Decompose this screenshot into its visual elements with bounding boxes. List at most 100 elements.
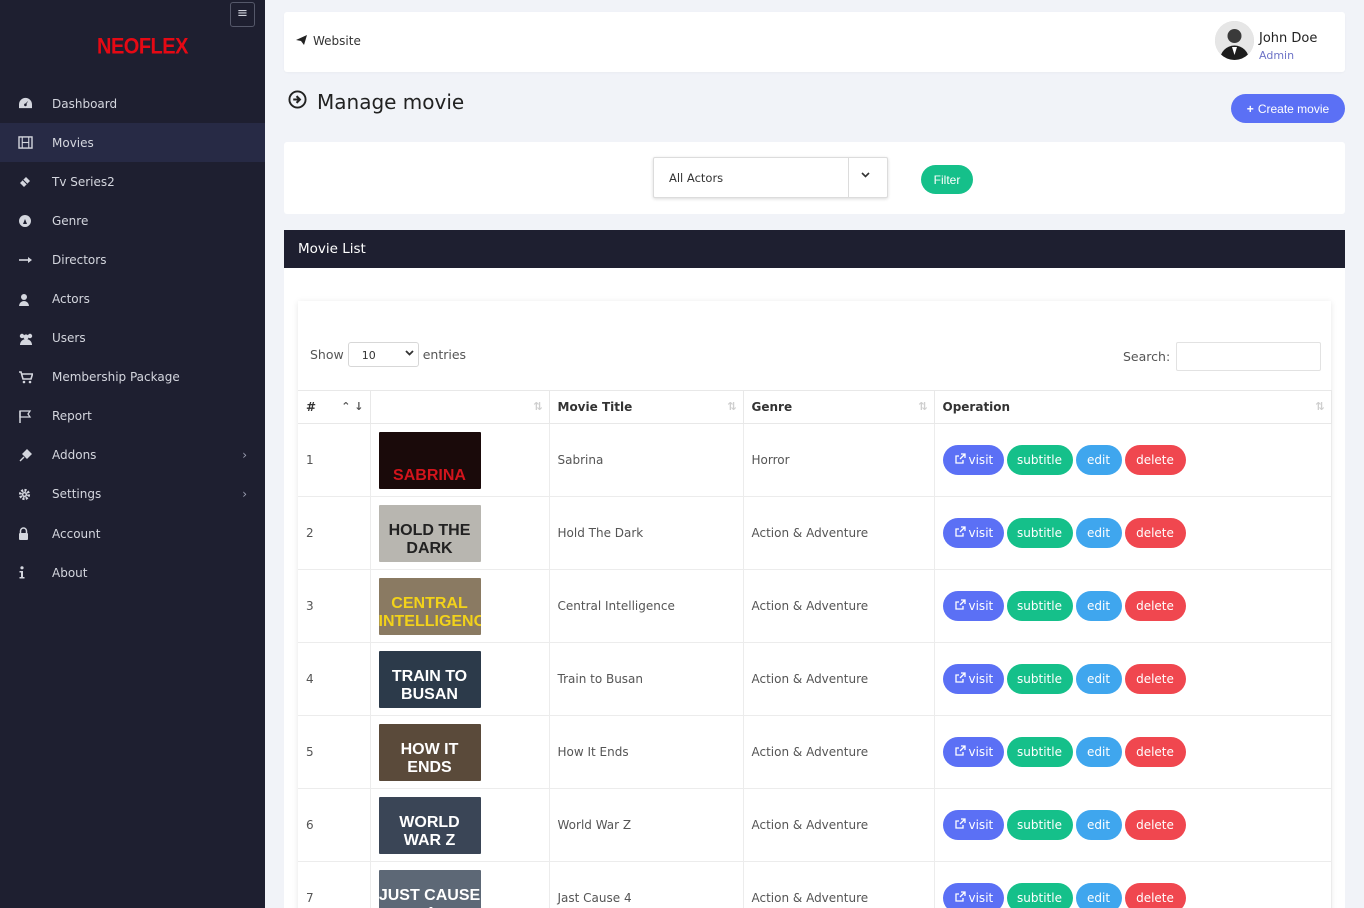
lock-icon (18, 527, 52, 541)
sidebar-item-settings[interactable]: Settings › (0, 475, 265, 514)
user-name[interactable]: John Doe (1259, 31, 1317, 46)
operation-buttons: visit subtitle edit delete (942, 445, 1323, 475)
sidebar-item-actors[interactable]: Actors (0, 279, 265, 318)
movie-thumbnail[interactable]: WORLD WAR Z (378, 796, 481, 854)
sort-icon: ⇅ (918, 400, 928, 413)
subtitle-button[interactable]: subtitle (1006, 737, 1073, 767)
movie-thumbnail[interactable]: TRAIN TO BUSAN (378, 650, 481, 708)
thumbnail-cell: HOLD THE DARK (370, 496, 550, 570)
menu-toggle-button[interactable]: ≡ (230, 2, 255, 27)
subtitle-button[interactable]: subtitle (1006, 445, 1073, 475)
operation-cell: visit subtitle edit delete (934, 496, 1332, 570)
sidebar-item-directors[interactable]: Directors (0, 240, 265, 279)
edit-button[interactable]: edit (1075, 664, 1122, 694)
column-header-genre[interactable]: Genre ⇅ (743, 390, 935, 424)
table-body: 1 SABRINA Sabrina Horror visit subtitle … (298, 423, 1332, 908)
movie-list-panel: Movie List Show 10 entries Search: # ⌃ ↓ … (284, 230, 1345, 908)
edit-button[interactable]: edit (1075, 445, 1122, 475)
delete-button[interactable]: delete (1124, 445, 1186, 475)
operation-buttons: visit subtitle edit delete (942, 810, 1323, 840)
column-header-thumbnail[interactable]: ⇅ (370, 390, 550, 424)
edit-button[interactable]: edit (1075, 810, 1122, 840)
sidebar-item-genre[interactable]: Genre (0, 201, 265, 240)
visit-button[interactable]: visit (942, 518, 1004, 548)
sidebar-item-about[interactable]: About (0, 553, 265, 592)
table-row: 3 CENTRAL INTELLIGENCE Central Intellige… (298, 569, 1332, 643)
movie-title: Train to Busan (549, 642, 744, 716)
movie-thumbnail[interactable]: SABRINA (378, 431, 481, 489)
subtitle-button[interactable]: subtitle (1006, 810, 1073, 840)
sidebar-item-account[interactable]: Account (0, 514, 265, 553)
row-number: 1 (298, 423, 371, 497)
delete-button[interactable]: delete (1124, 664, 1186, 694)
row-number: 7 (298, 861, 371, 908)
sidebar-item-dashboard[interactable]: Dashboard (0, 84, 265, 123)
gear-icon (18, 488, 52, 501)
user-icon (18, 293, 52, 306)
column-header-title[interactable]: Movie Title ⇅ (549, 390, 744, 424)
thumbnail-title: HOLD THE DARK (388, 521, 471, 557)
delete-button[interactable]: delete (1124, 883, 1186, 908)
user-role: Admin (1259, 49, 1295, 62)
edit-button[interactable]: edit (1075, 883, 1122, 908)
visit-button[interactable]: visit (942, 810, 1004, 840)
sidebar-item-report[interactable]: Report (0, 397, 265, 436)
delete-button[interactable]: delete (1124, 810, 1186, 840)
subtitle-button[interactable]: subtitle (1006, 591, 1073, 621)
visit-button[interactable]: visit (942, 883, 1004, 908)
operation-buttons: visit subtitle edit delete (942, 737, 1323, 767)
movie-thumbnail[interactable]: CENTRAL INTELLIGENCE (378, 577, 481, 635)
operation-buttons: visit subtitle edit delete (942, 664, 1323, 694)
sidebar-item-addons[interactable]: Addons › (0, 436, 265, 475)
movie-thumbnail[interactable]: HOLD THE DARK (378, 504, 481, 562)
movie-title: How It Ends (549, 715, 744, 789)
movie-title: Hold The Dark (549, 496, 744, 570)
operation-cell: visit subtitle edit delete (934, 423, 1332, 497)
ticket-icon (18, 175, 52, 189)
create-movie-button[interactable]: + Create movie (1231, 94, 1345, 123)
operation-buttons: visit subtitle edit delete (942, 591, 1323, 621)
filter-button[interactable]: Filter (921, 165, 973, 194)
visit-button[interactable]: visit (942, 737, 1004, 767)
sort-icon: ⇅ (1315, 400, 1325, 413)
table-header-row: # ⌃ ↓ ⇅ Movie Title ⇅ Genre ⇅ Operation ⇅ (298, 390, 1332, 424)
subtitle-button[interactable]: subtitle (1006, 883, 1073, 908)
delete-button[interactable]: delete (1124, 737, 1186, 767)
delete-button[interactable]: delete (1124, 518, 1186, 548)
sidebar-item-movies[interactable]: Movies (0, 123, 265, 163)
search-input[interactable] (1176, 342, 1322, 371)
operation-cell: visit subtitle edit delete (934, 861, 1332, 908)
column-header-number[interactable]: # ⌃ ↓ (298, 390, 371, 424)
app-logo[interactable]: NEOFLEX (97, 35, 188, 60)
edit-button[interactable]: edit (1075, 591, 1122, 621)
delete-button[interactable]: delete (1124, 591, 1186, 621)
website-label: Website (313, 34, 361, 48)
operation-buttons: visit subtitle edit delete (942, 518, 1323, 548)
entries-select[interactable]: 10 (347, 342, 419, 367)
sidebar-item-users[interactable]: Users (0, 319, 265, 358)
edit-button[interactable]: edit (1075, 737, 1122, 767)
visit-button[interactable]: visit (942, 664, 1004, 694)
avatar[interactable] (1215, 21, 1254, 60)
movie-thumbnail[interactable]: JUST CAUSE 4 (378, 869, 481, 908)
sidebar-item-tv-series[interactable]: Tv Series2 (0, 162, 265, 201)
sidebar-item-label: Dashboard (52, 96, 118, 111)
website-link[interactable]: Website (296, 34, 361, 48)
sidebar-item-label: Tv Series2 (52, 174, 115, 189)
topbar: Website John Doe Admin (284, 12, 1345, 72)
chevron-right-icon: › (242, 447, 247, 462)
edit-button[interactable]: edit (1075, 518, 1122, 548)
movie-thumbnail[interactable]: HOW IT ENDS (378, 723, 481, 781)
column-header-operation[interactable]: Operation ⇅ (934, 390, 1332, 424)
sidebar-item-membership[interactable]: Membership Package (0, 358, 265, 397)
row-number: 5 (298, 715, 371, 789)
visit-button[interactable]: visit (942, 445, 1004, 475)
visit-button[interactable]: visit (942, 591, 1004, 621)
subtitle-button[interactable]: subtitle (1006, 518, 1073, 548)
actor-select[interactable]: All Actors (653, 157, 888, 198)
table-row: 7 JUST CAUSE 4 Jast Cause 4 Action & Adv… (298, 861, 1332, 908)
thumbnail-title: SABRINA (393, 466, 466, 484)
table-search: Search: (1123, 342, 1322, 371)
thumbnail-title: CENTRAL INTELLIGENCE (378, 594, 481, 630)
subtitle-button[interactable]: subtitle (1006, 664, 1073, 694)
